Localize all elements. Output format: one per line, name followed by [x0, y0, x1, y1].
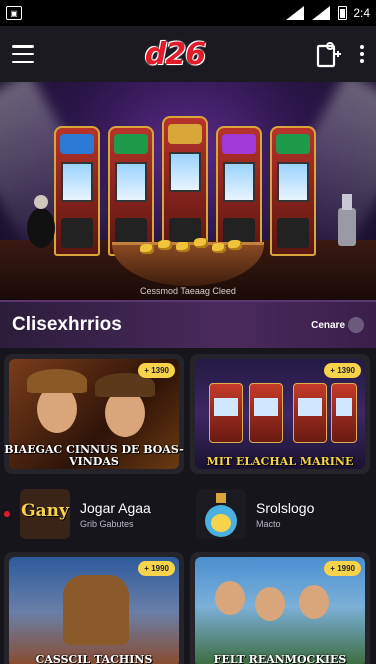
bonus-badge: + 1990	[138, 561, 175, 576]
list-item[interactable]: Srolslogo Macto	[180, 489, 356, 539]
app-logo[interactable]: d26	[145, 37, 206, 72]
see-all-label: Cenare	[311, 319, 345, 331]
list-item-subtitle: Grib Gabutes	[80, 518, 134, 529]
section-title: Clisexhrrios	[12, 314, 122, 335]
vulture-icon	[27, 195, 55, 248]
banner-caption: Cessmod Taeaag Cleed	[140, 286, 236, 296]
bonus-badge: + 1990	[324, 561, 361, 576]
card-caption: CASSCIL TACHINS	[35, 653, 153, 664]
list-item-subtitle: Macto	[256, 518, 281, 529]
list-item[interactable]: Gany Jogar Agaa Grib Gabutes	[4, 489, 180, 539]
potion-icon	[205, 493, 237, 537]
indicator-dot	[4, 511, 10, 517]
game-card[interactable]: + 1990 FELT REANMOCKIES	[190, 552, 370, 664]
game-card[interactable]: + 1390 MIT ELACHAL MARINE	[190, 354, 370, 474]
menu-icon[interactable]	[12, 45, 34, 63]
more-options-icon[interactable]	[359, 45, 364, 63]
card-caption: FELT REANMOCKIES	[213, 653, 347, 664]
promo-banner[interactable]: Cessmod Taeaag Cleed	[0, 82, 376, 300]
game-thumbnail: Gany	[20, 489, 70, 539]
bonus-badge: + 1390	[138, 363, 175, 378]
see-all-link[interactable]: Cenare	[311, 317, 364, 333]
game-card[interactable]: + 1990 CASSCIL TACHINS	[4, 552, 184, 664]
arrow-icon	[348, 317, 364, 333]
status-bar: ▣ 2:4	[0, 0, 376, 26]
shaker-icon	[338, 194, 356, 246]
game-thumbnail	[196, 489, 246, 539]
card-caption: BIAEGAC CINNUS DE BOAS-VINDAS	[4, 443, 184, 468]
section-header: Clisexhrrios Cenare	[0, 300, 376, 348]
thumbnail-text: Gany	[21, 501, 69, 521]
battery-icon	[338, 6, 348, 20]
game-card[interactable]: + 1390 BIAEGAC CINNUS DE BOAS-VINDAS	[4, 354, 184, 474]
card-caption: MIT ELACHAL MARINE	[206, 455, 354, 468]
list-item-title: Srolslogo	[256, 499, 315, 516]
notification-icon: ▣	[6, 6, 22, 20]
list-item-title: Jogar Agaa	[80, 499, 151, 516]
bonus-badge: + 1390	[324, 363, 361, 378]
top-app-bar: d26	[0, 26, 376, 82]
add-to-clipboard-icon[interactable]	[316, 40, 342, 68]
status-time: 2:4	[353, 6, 370, 20]
signal-icon	[312, 6, 331, 20]
signal-icon	[286, 6, 305, 20]
